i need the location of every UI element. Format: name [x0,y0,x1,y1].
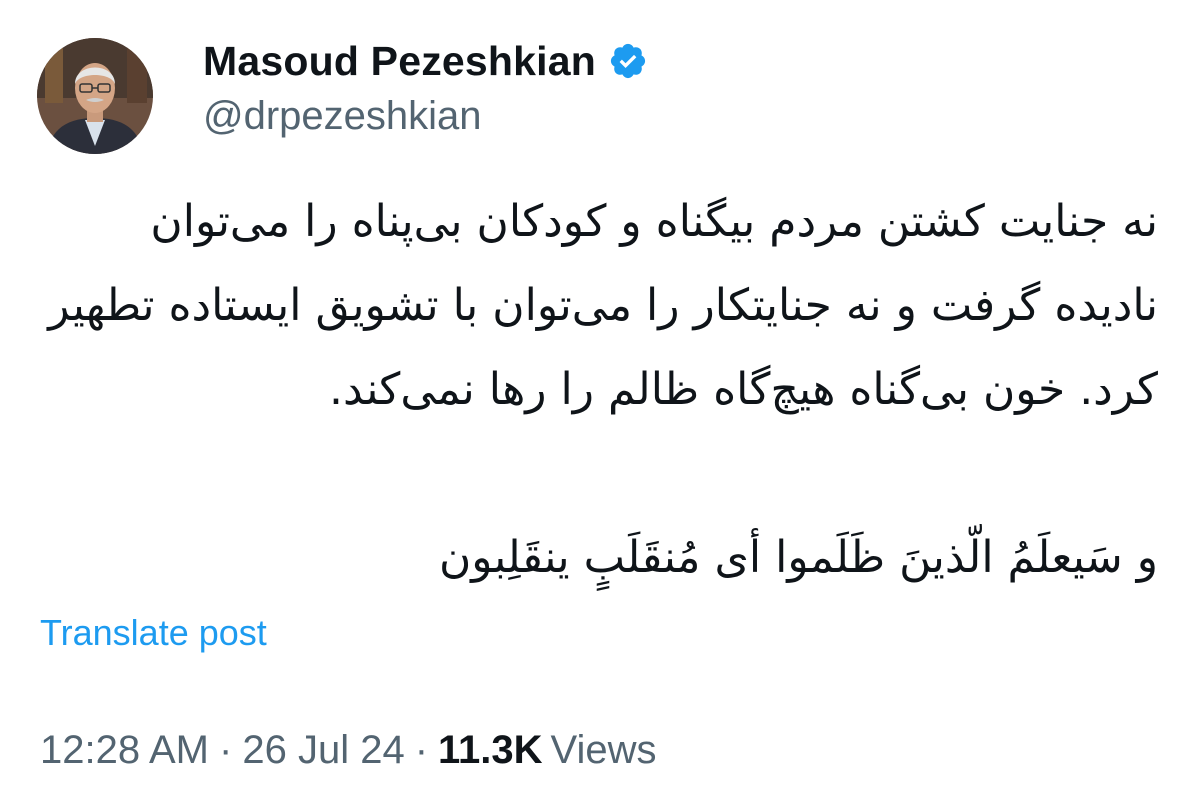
post-date[interactable]: 26 Jul 24 [242,728,404,772]
verified-badge-icon [608,41,648,81]
handle[interactable]: @drpezeshkian [203,94,648,139]
post-time[interactable]: 12:28 AM [40,728,209,772]
display-name[interactable]: Masoud Pezeshkian [203,38,596,85]
views-label: Views [550,728,657,772]
post-paragraph-2: و سَیعلَمُ الّذینَ ظَلَموا أی مُنقَلَبٍ … [438,532,1158,583]
views-count[interactable]: 11.3K [438,728,543,772]
meta-separator: · [219,728,233,772]
translate-post-link[interactable]: Translate post [40,612,267,654]
meta-separator: · [414,728,429,772]
name-row: Masoud Pezeshkian [203,34,648,88]
avatar[interactable] [37,38,153,154]
post-meta: 12:28 AM · 26 Jul 24 · 11.3K Views [40,728,657,773]
avatar-photo [37,38,153,154]
post-text: نه جنایت کشتن مردم بیگناه و کودکان بی‌پن… [40,180,1158,600]
tweet: Masoud Pezeshkian @drpezeshkian نه جنایت… [0,0,1200,796]
author-info: Masoud Pezeshkian @drpezeshkian [203,34,648,139]
post-paragraph-1: نه جنایت کشتن مردم بیگناه و کودکان بی‌پن… [48,196,1158,415]
